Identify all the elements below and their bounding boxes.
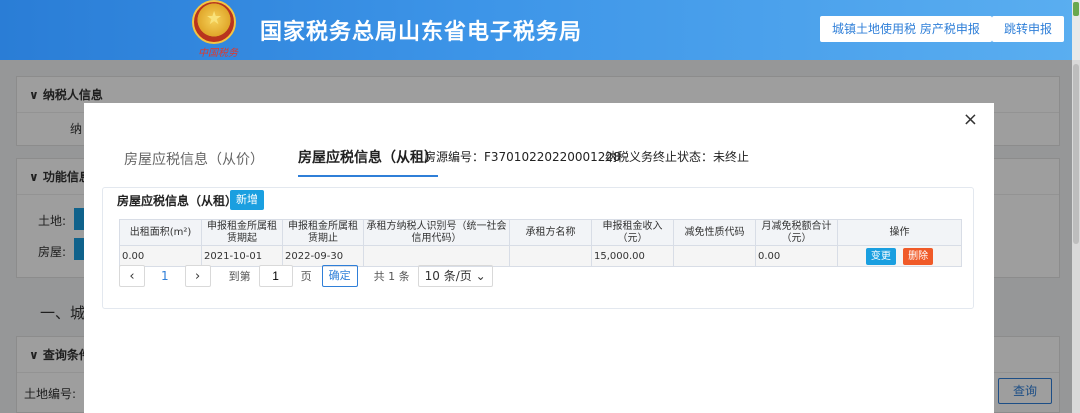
- cell-actions: 变更 删除: [837, 245, 962, 267]
- delete-button[interactable]: 删除: [903, 247, 934, 265]
- house-tax-modal: × 房屋应税信息（从价） 房屋应税信息（从租） 房源编号：F3701022022…: [84, 103, 994, 413]
- tax-emblem-icon: ★: [192, 0, 236, 44]
- edit-button[interactable]: 变更: [865, 247, 896, 265]
- panel-title: 房屋应税信息（从租）: [117, 194, 238, 208]
- col-rent-area: 出租面积(m²): [119, 219, 202, 246]
- close-icon[interactable]: ×: [963, 109, 978, 130]
- col-tenant-name: 承租方名称: [509, 219, 592, 246]
- tab-bar: 房屋应税信息（从价） 房屋应税信息（从租）: [124, 143, 472, 177]
- cell-tenant-tax-id: [363, 245, 510, 267]
- prev-page-button[interactable]: ‹: [119, 265, 145, 287]
- cell-rent-area: 0.00: [119, 245, 202, 267]
- page-unit-label: 页: [300, 270, 312, 283]
- site-header: ★ 中国税务 国家税务总局山东省电子税务局 城镇土地使用税 房产税申报 跳转申报: [0, 0, 1080, 60]
- rent-info-table: 出租面积(m²) 申报租金所属租赁期起 申报租金所属租赁期止 承租方纳税人识别号…: [119, 219, 962, 267]
- next-page-button[interactable]: ›: [184, 265, 211, 287]
- col-period-end: 申报租金所属租赁期止: [282, 219, 364, 246]
- land-house-tax-declare-button[interactable]: 城镇土地使用税 房产税申报: [820, 16, 992, 42]
- cell-period-end: 2022-09-30: [282, 245, 364, 267]
- goto-confirm-button[interactable]: 确定: [321, 265, 358, 287]
- current-page[interactable]: 1: [161, 269, 169, 283]
- chevron-down-icon: ⌄: [475, 269, 486, 283]
- col-relief-code: 减免性质代码: [673, 219, 756, 246]
- table-header-row: 出租面积(m²) 申报租金所属租赁期起 申报租金所属租赁期止 承租方纳税人识别号…: [119, 219, 962, 246]
- source-number: 房源编号：F37010220220001228: [424, 150, 621, 164]
- tab-by-price[interactable]: 房屋应税信息（从价）: [124, 145, 264, 177]
- jump-declare-button[interactable]: 跳转申报: [992, 16, 1065, 42]
- tab-by-rent[interactable]: 房屋应税信息（从租）: [298, 143, 438, 177]
- cell-period-start: 2021-10-01: [201, 245, 283, 267]
- col-period-start: 申报租金所属租赁期起: [201, 219, 283, 246]
- tax-termination-status: 纳税义务终止状态：未终止: [605, 150, 750, 164]
- cell-relief-code: [673, 245, 756, 267]
- page-size-select[interactable]: 10 条/页 ⌄: [417, 265, 493, 287]
- page-size-value: 10 条/页: [424, 269, 472, 283]
- site-title: 国家税务总局山东省电子税务局: [260, 20, 583, 45]
- total-count: 共 1 条: [373, 270, 410, 283]
- header-scrollbar[interactable]: [1072, 0, 1080, 60]
- cell-tenant-name: [509, 245, 592, 267]
- header-scroll-thumb[interactable]: [1073, 2, 1079, 16]
- goto-page-input[interactable]: [258, 265, 293, 287]
- page-scrollbar[interactable]: [1072, 60, 1080, 413]
- table-row: 0.00 2021-10-01 2022-09-30 15,000.00 0.0…: [119, 245, 962, 267]
- add-button[interactable]: 新增: [230, 190, 264, 210]
- seal-text: 中国税务: [198, 48, 238, 59]
- goto-label: 到第: [228, 270, 251, 283]
- col-actions: 操作: [837, 219, 962, 246]
- page-scroll-thumb[interactable]: [1073, 64, 1079, 244]
- cell-monthly-relief: 0.00: [755, 245, 838, 267]
- rent-info-panel: 房屋应税信息（从租） 新增 出租面积(m²) 申报租金所属租赁期起 申报租金所属…: [102, 187, 974, 309]
- col-tenant-tax-id: 承租方纳税人识别号（统一社会信用代码）: [363, 219, 510, 246]
- col-monthly-relief: 月减免税额合计（元）: [755, 219, 838, 246]
- pagination: ‹ 1 › 到第 页 确定 共 1 条 10 条/页 ⌄: [119, 265, 493, 287]
- cell-rent-income: 15,000.00: [591, 245, 674, 267]
- col-rent-income: 申报租金收入（元）: [591, 219, 674, 246]
